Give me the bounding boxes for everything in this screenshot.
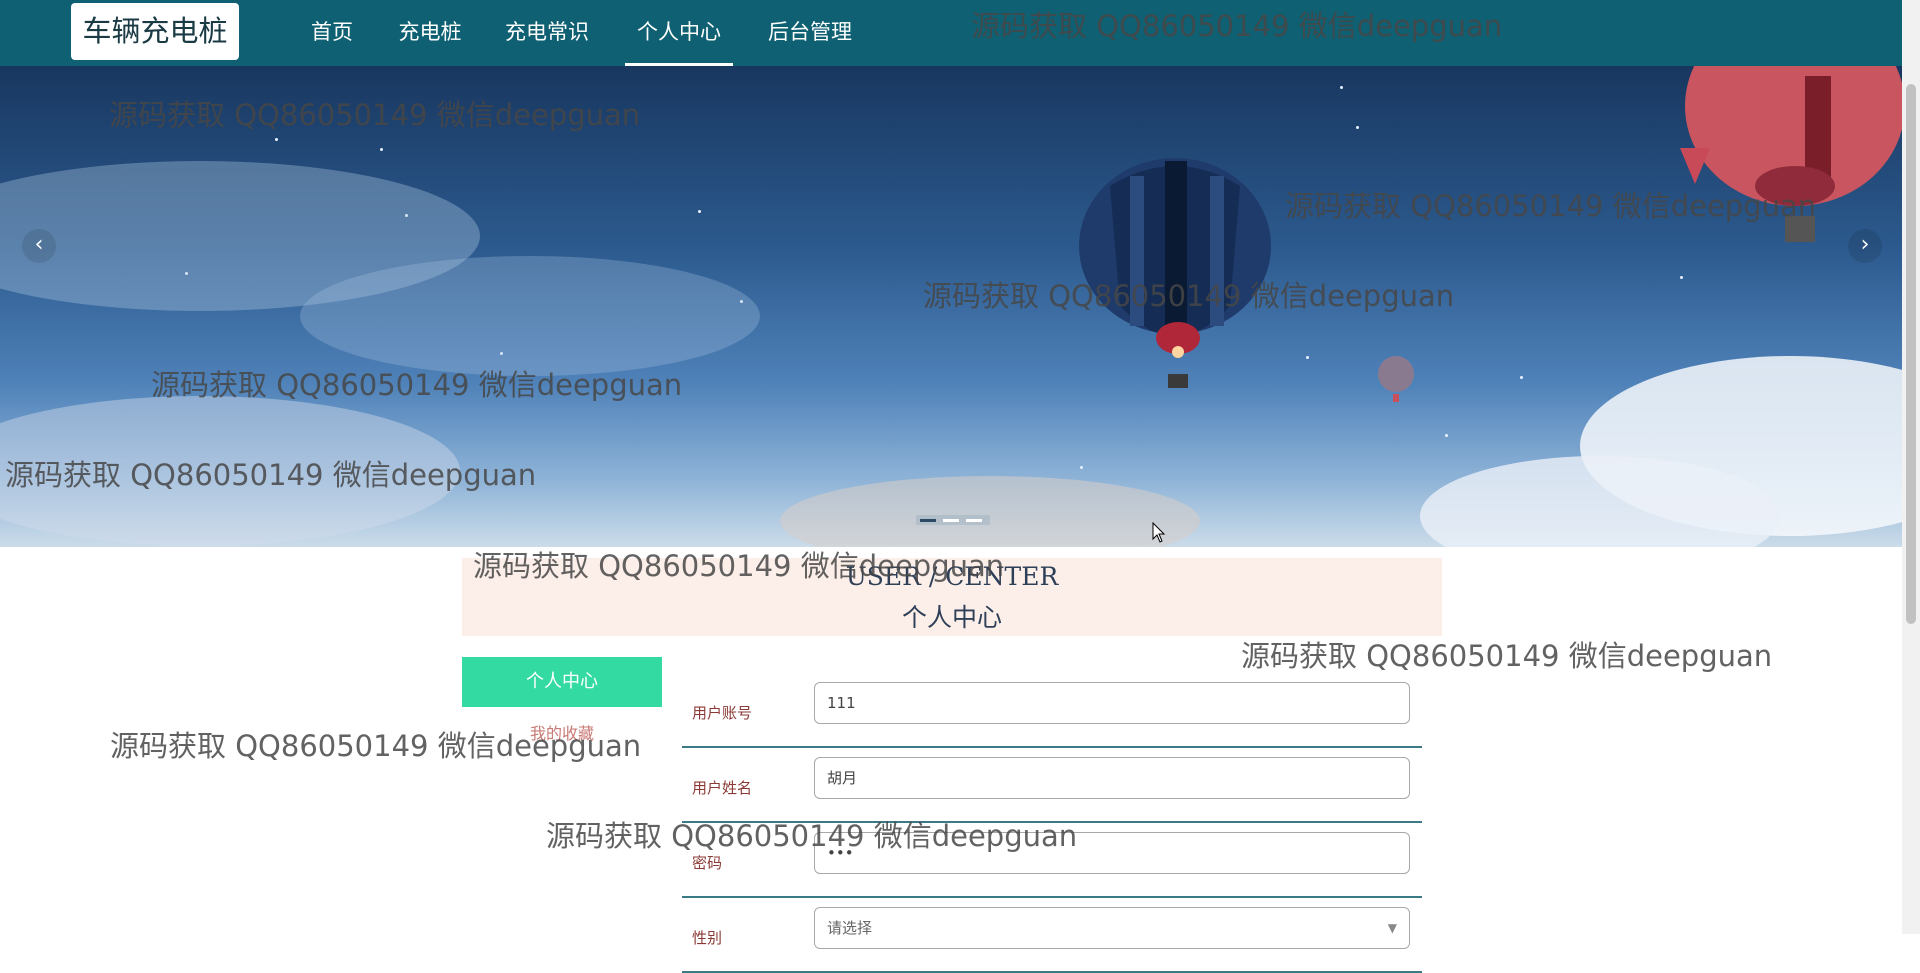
brand-logo[interactable]: 车辆充电桩 (71, 3, 239, 60)
user-center-title-cn: 个人中心 (901, 603, 1002, 632)
user-center-title-en: USER / CENTER (845, 562, 1059, 591)
gender-label: 性别 (692, 929, 723, 947)
carousel-prev-button[interactable]: ‹ (22, 229, 56, 263)
carousel-indicator-1[interactable] (920, 519, 936, 522)
sidebar-item-favorites[interactable]: 我的收藏 (462, 720, 662, 744)
password-input[interactable] (814, 832, 1410, 874)
banner-star (1306, 356, 1309, 359)
banner-carousel: ‹ › (0, 66, 1902, 547)
banner-star (275, 138, 278, 141)
banner-star (1445, 434, 1448, 437)
banner-cloud (780, 476, 1200, 547)
small-balloon-illustration (1378, 356, 1414, 402)
banner-cloud (300, 256, 760, 376)
page-scrollbar[interactable] (1902, 0, 1920, 934)
banner-cloud (0, 396, 460, 546)
account-label: 用户账号 (692, 704, 753, 722)
carousel-indicators (916, 515, 990, 525)
banner-star (1356, 126, 1359, 129)
banner-star (1680, 276, 1683, 279)
nav-charging-knowledge[interactable]: 充电常识 (502, 0, 592, 66)
form-row-gender: 性别 请选择 ▼ (682, 897, 1422, 973)
account-input[interactable]: 111 (814, 682, 1410, 724)
chevron-down-icon: ▼ (1387, 921, 1397, 935)
nav-home[interactable]: 首页 (306, 0, 358, 66)
nav-user-center[interactable]: 个人中心 (625, 0, 733, 66)
name-label: 用户姓名 (692, 779, 753, 797)
gender-select-value: 请选择 (827, 919, 873, 937)
scrollbar-thumb[interactable] (1906, 84, 1916, 624)
sidebar-item-user-center[interactable]: 个人中心 (462, 657, 662, 707)
chevron-right-icon: › (1860, 232, 1870, 257)
form-row-account: 用户账号 111 (682, 672, 1422, 748)
carousel-next-button[interactable]: › (1848, 229, 1882, 263)
nav-charging-piles[interactable]: 充电桩 (395, 0, 465, 66)
form-row-password: 密码 (682, 822, 1422, 898)
password-label: 密码 (692, 854, 723, 872)
banner-star (1080, 466, 1083, 469)
watermark-text: 源码获取 QQ86050149 微信deepguan (1241, 639, 1773, 673)
user-center-header: USER / CENTER 个人中心 (462, 558, 1442, 636)
mouse-cursor-icon (1152, 522, 1166, 543)
form-row-name: 用户姓名 胡月 (682, 747, 1422, 823)
banner-star (1520, 376, 1523, 379)
gender-select[interactable]: 请选择 ▼ (814, 907, 1410, 949)
banner-star (698, 210, 701, 213)
nav-admin[interactable]: 后台管理 (765, 0, 855, 66)
name-input[interactable]: 胡月 (814, 757, 1410, 799)
banner-star (1340, 86, 1343, 89)
carousel-indicator-2[interactable] (943, 519, 959, 522)
top-navbar: 车辆充电桩 首页 充电桩 充电常识 个人中心 后台管理 (0, 0, 1902, 66)
hot-air-balloon-illustration (1079, 158, 1271, 388)
carousel-indicator-3[interactable] (966, 519, 982, 522)
chevron-left-icon: ‹ (34, 232, 44, 257)
banner-star (380, 148, 383, 151)
